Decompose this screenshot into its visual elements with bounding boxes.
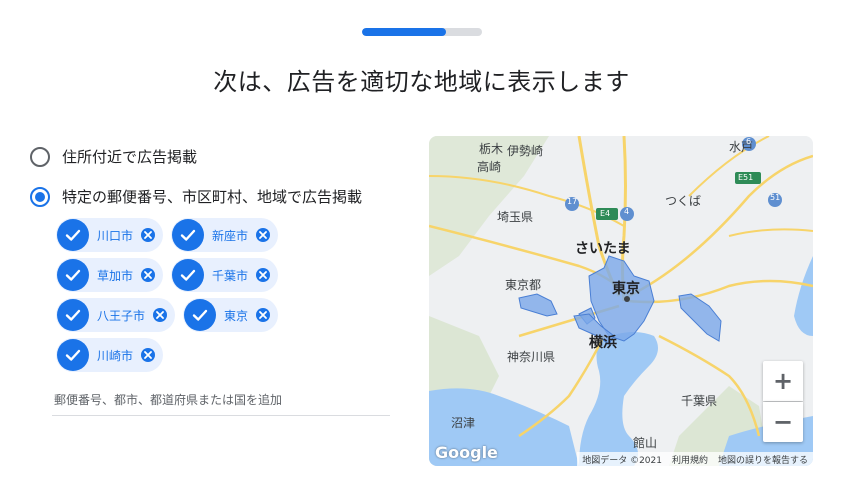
zoom-out-button[interactable]: − — [763, 402, 803, 442]
chip-row: 八王子市 東京 — [56, 298, 296, 332]
map-label-tochigi: 栃木 — [479, 142, 504, 156]
radio-option-address-label: 住所付近で広告掲載 — [62, 148, 198, 166]
zoom-in-button[interactable]: + — [763, 361, 803, 401]
map[interactable]: 栃木 伊勢崎 高崎 水戸 つくば 埼玉県 さいたま 東京都 東京 横浜 神奈川県… — [429, 136, 813, 466]
map-attribution: 地図データ ©2021 利用規約 地図の誤りを報告する — [577, 452, 813, 466]
radio-option-address[interactable]: 住所付近で広告掲載 — [30, 146, 197, 167]
map-label-chiba-pref: 千葉県 — [681, 394, 718, 408]
location-chip[interactable]: 川口市 — [56, 218, 164, 252]
check-icon — [57, 339, 89, 371]
check-icon — [57, 299, 89, 331]
location-chip[interactable]: 新座市 — [171, 218, 279, 252]
map-canvas — [429, 136, 813, 466]
route-6-label: 6 — [746, 137, 752, 146]
remove-icon[interactable] — [256, 228, 271, 242]
check-icon — [57, 259, 89, 291]
location-chips: 川口市 新座市 草加市 千葉市 八王子市 東京 川崎市 — [56, 218, 296, 378]
check-icon — [184, 299, 217, 331]
route-e51-label: E51 — [738, 173, 754, 182]
map-label-isesaki: 伊勢崎 — [507, 144, 544, 158]
location-chip-label: 千葉市 — [212, 268, 249, 283]
location-chip-label: 川崎市 — [97, 348, 134, 363]
location-chip-label: 川口市 — [97, 228, 134, 243]
map-label-kanagawa: 神奈川県 — [507, 350, 556, 364]
route-51-label: 51 — [770, 193, 781, 202]
location-chip-label: 八王子市 — [97, 308, 146, 323]
map-data-credit: 地図データ ©2021 — [582, 455, 662, 466]
check-icon — [172, 259, 205, 291]
remove-icon[interactable] — [256, 308, 271, 322]
location-chip[interactable]: 草加市 — [56, 258, 164, 292]
location-chip-label: 新座市 — [212, 228, 249, 243]
chip-row: 川口市 新座市 — [56, 218, 296, 252]
check-icon — [172, 219, 205, 251]
location-chip-label: 東京 — [224, 308, 249, 323]
progress-fill — [362, 28, 446, 36]
chip-row: 草加市 千葉市 — [56, 258, 296, 292]
radio-address[interactable] — [30, 146, 50, 167]
remove-icon[interactable] — [141, 268, 156, 282]
progress-bar — [362, 28, 482, 36]
map-label-numazu: 沼津 — [451, 416, 476, 430]
chip-row: 川崎市 — [56, 338, 296, 372]
route-17-label: 17 — [567, 197, 578, 206]
map-label-yokohama: 横浜 — [589, 335, 617, 351]
radio-option-regions[interactable]: 特定の郵便番号、市区町村、地域で広告掲載 — [30, 186, 362, 207]
remove-icon[interactable] — [153, 308, 168, 322]
map-label-tokyo: 東京 — [612, 281, 640, 297]
route-4-label: 4 — [624, 207, 630, 216]
map-label-saitama: さいたま — [575, 241, 631, 257]
map-label-saitama-pref: 埼玉県 — [497, 210, 534, 224]
remove-icon[interactable] — [141, 228, 156, 242]
page-title: 次は、広告を適切な地域に表示します — [213, 68, 630, 96]
location-chip[interactable]: 川崎市 — [56, 338, 164, 372]
map-label-tsukuba: つくば — [665, 194, 702, 208]
minus-icon: − — [772, 408, 794, 436]
map-label-tokyo-to: 東京都 — [505, 278, 542, 292]
radio-regions[interactable] — [30, 186, 50, 207]
map-label-tateyama: 館山 — [633, 436, 658, 450]
location-chip[interactable]: 東京 — [183, 298, 279, 332]
terms-link[interactable]: 利用規約 — [667, 453, 713, 466]
route-e4-label: E4 — [600, 209, 611, 218]
remove-icon[interactable] — [256, 268, 271, 282]
plus-icon: + — [772, 367, 794, 395]
radio-option-regions-label: 特定の郵便番号、市区町村、地域で広告掲載 — [62, 188, 363, 206]
google-logo: Google — [435, 443, 498, 462]
location-chip-label: 草加市 — [97, 268, 134, 283]
map-label-takasaki: 高崎 — [477, 160, 502, 174]
check-icon — [57, 219, 89, 251]
location-chip[interactable]: 八王子市 — [56, 298, 176, 332]
report-error-link[interactable]: 地図の誤りを報告する — [713, 453, 813, 466]
remove-icon[interactable] — [141, 348, 156, 362]
location-chip[interactable]: 千葉市 — [171, 258, 279, 292]
add-location-input[interactable] — [52, 390, 390, 416]
